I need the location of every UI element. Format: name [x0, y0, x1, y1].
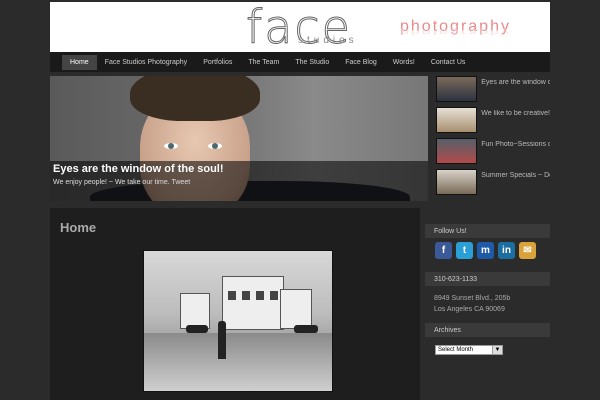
thumbnail-label[interactable]: Eyes are the window of [481, 79, 550, 86]
photo-road [144, 333, 332, 391]
photo-person [218, 321, 226, 359]
photo-window [242, 291, 250, 300]
slider-photo-eye [164, 143, 178, 149]
address-line: 8949 Sunset Blvd., 205b [434, 295, 511, 302]
phone-title: 310-623-1133 [425, 272, 550, 286]
logo-photography-reflection: photography [400, 27, 511, 37]
thumbnail-label[interactable]: Summer Specials ~ Dor [481, 172, 550, 179]
photo-car [186, 325, 208, 333]
thumbnail-image[interactable] [436, 76, 478, 102]
thumbnail-item[interactable]: Fun Photo~Sessions on [432, 138, 550, 168]
archives-title: Archives [425, 323, 550, 337]
address-block: 8949 Sunset Blvd., 205b Los Angeles CA 9… [434, 293, 510, 315]
slider-caption-title[interactable]: Eyes are the window of the soul! [53, 163, 224, 175]
thumbnail-label[interactable]: We like to be creative! [481, 110, 550, 117]
photo-window [228, 291, 236, 300]
thumbnail-label[interactable]: Fun Photo~Sessions on [481, 141, 550, 148]
chevron-down-icon[interactable]: ▼ [492, 346, 502, 354]
select-value: Select Month [438, 347, 474, 353]
slider-photo-eye [208, 143, 222, 149]
archives-month-select[interactable]: Select Month ▼ [435, 345, 503, 355]
slider-caption-subtitle: We enjoy people! ~ We take our time. Twe… [53, 179, 191, 186]
thumbnail-image[interactable] [436, 138, 478, 164]
page-wrapper: face studios photography photography Hom… [50, 0, 550, 400]
email-icon[interactable]: ✉ [519, 242, 536, 259]
photo-building [222, 276, 284, 330]
nav-item-face-studios-photography[interactable]: Face Studios Photography [97, 55, 196, 70]
thumbnail-item[interactable]: Eyes are the window of [432, 76, 550, 106]
site-header: face studios photography photography [50, 2, 550, 53]
nav-item-the-team[interactable]: The Team [240, 55, 287, 70]
photo-building [180, 293, 210, 329]
photo-building [280, 289, 312, 329]
page-title: Home [60, 220, 97, 235]
myspace-icon[interactable]: m [477, 242, 494, 259]
main-nav: Home Face Studios Photography Portfolios… [50, 52, 550, 72]
slider-photo-hair [130, 76, 260, 121]
social-icons: f t m in ✉ [435, 242, 536, 259]
photo-window [256, 291, 264, 300]
main-content: Home [50, 208, 420, 400]
thumbnail-image[interactable] [436, 107, 478, 133]
featured-slider[interactable]: Eyes are the window of the soul! We enjo… [50, 76, 428, 201]
nav-item-the-studio[interactable]: The Studio [287, 55, 337, 70]
linkedin-icon[interactable]: in [498, 242, 515, 259]
nav-item-contact-us[interactable]: Contact Us [423, 55, 474, 70]
twitter-icon[interactable]: t [456, 242, 473, 259]
follow-us-title: Follow Us! [425, 224, 550, 238]
thumbnail-item[interactable]: Summer Specials ~ Dor [432, 169, 550, 199]
address-line: Los Angeles CA 90069 [434, 306, 505, 313]
thumbnail-image[interactable] [436, 169, 478, 195]
photo-car [294, 325, 318, 333]
facebook-icon[interactable]: f [435, 242, 452, 259]
photo-window [270, 291, 278, 300]
nav-item-home[interactable]: Home [62, 54, 97, 70]
sidebar: Follow Us! f t m in ✉ 310-623-1133 8949 … [425, 208, 550, 400]
nav-item-face-blog[interactable]: Face Blog [337, 55, 385, 70]
slider-thumbnails: Eyes are the window of We like to be cre… [432, 76, 550, 201]
logo-studios-text: studios [298, 35, 358, 46]
studio-vintage-photo [143, 250, 333, 392]
nav-item-words[interactable]: Words! [385, 55, 423, 70]
slider-caption: Eyes are the window of the soul! We enjo… [50, 161, 428, 201]
nav-item-portfolios[interactable]: Portfolios [195, 55, 240, 70]
thumbnail-item[interactable]: We like to be creative! [432, 107, 550, 137]
